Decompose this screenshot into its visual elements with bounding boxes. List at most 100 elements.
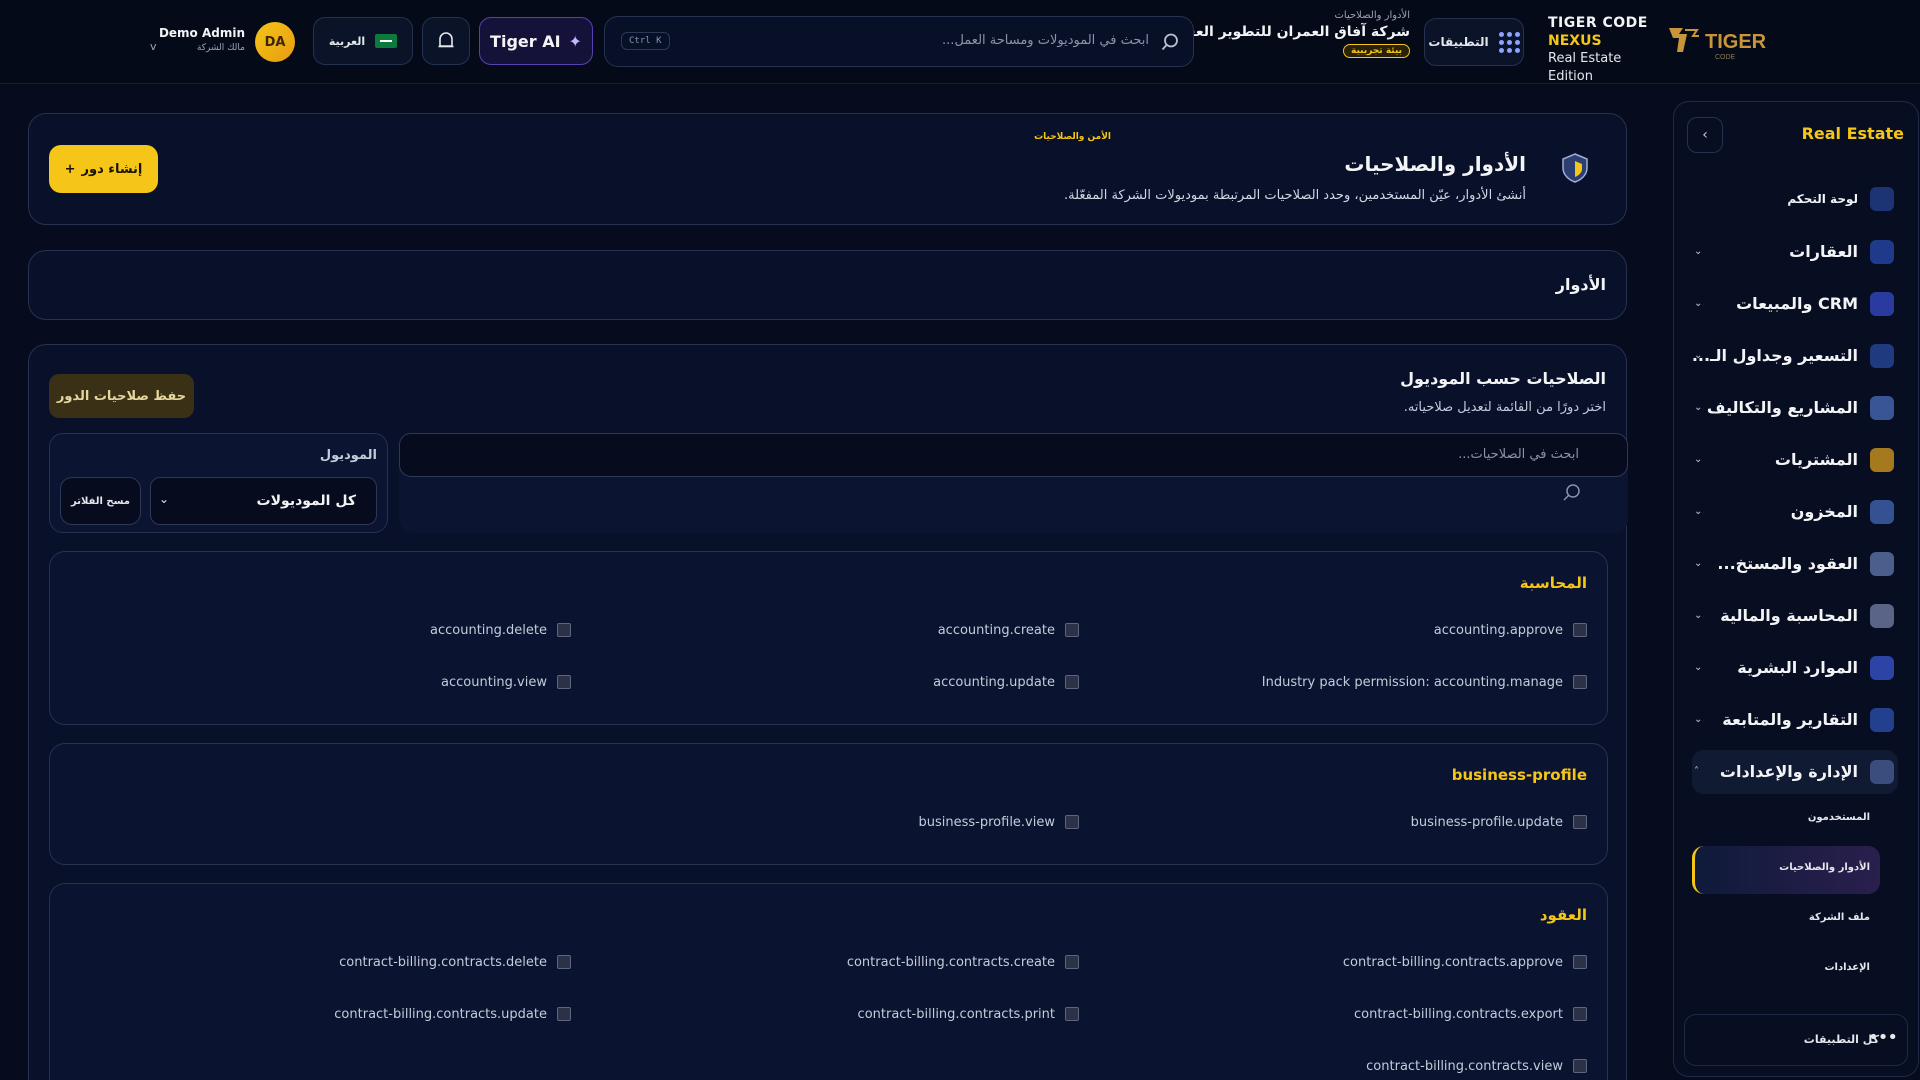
permission-checkbox[interactable]: contract-billing.contracts.create <box>847 952 1079 972</box>
search-shortcut-hint: Ctrl K <box>621 32 670 50</box>
checkbox[interactable] <box>1065 955 1079 969</box>
permission-checkbox[interactable]: contract-billing.contracts.update <box>334 1004 571 1024</box>
permission-checkbox[interactable]: accounting.delete <box>430 620 571 640</box>
sidebar-item-label: العقود والمستخ... <box>1717 554 1858 573</box>
shield-icon <box>1562 153 1588 183</box>
permission-checkbox[interactable]: accounting.approve <box>1434 620 1587 640</box>
permission-search-input[interactable]: ابحث في الصلاحيات... <box>399 433 1628 477</box>
sidebar-subitem-users[interactable]: المستخدمون <box>1692 796 1880 844</box>
module-title: العقود <box>1539 906 1587 924</box>
permission-checkbox[interactable]: business-profile.view <box>919 812 1079 832</box>
cart-icon <box>1870 448 1894 472</box>
permission-label: contract-billing.contracts.export <box>1353 1006 1563 1022</box>
language-switcher[interactable]: العربية <box>313 17 413 65</box>
sidebar-subitem-company-profile[interactable]: ملف الشركة <box>1692 896 1880 944</box>
sidebar-item-reports[interactable]: التقارير والمتابعة ⌄ <box>1692 698 1898 742</box>
avatar[interactable]: DA <box>255 22 295 62</box>
chevron-down-icon[interactable]: v <box>150 40 157 53</box>
chevron-down-icon: ⌄ <box>1694 714 1703 725</box>
filter-panel: ابحث في الصلاحيات... الموديول كل الموديو… <box>49 433 1628 533</box>
checkbox[interactable] <box>1573 623 1587 637</box>
sidebar-item-pricing[interactable]: التسعير وجداول الـ... ⌄ <box>1692 334 1898 378</box>
permission-checkbox[interactable]: Industry pack permission: accounting.man… <box>1262 672 1587 692</box>
sidebar-item-projects[interactable]: المشاريع والتكاليف ⌄ <box>1692 386 1898 430</box>
notifications-button[interactable] <box>422 17 470 65</box>
tiger-ai-button[interactable]: Tiger AI ✦ <box>479 17 593 65</box>
sidebar-item-inventory[interactable]: المخزون ⌄ <box>1692 490 1898 534</box>
chevron-up-icon: ˄ <box>1694 766 1699 777</box>
plus-icon: + <box>64 161 76 177</box>
checkbox[interactable] <box>1065 623 1079 637</box>
global-search-placeholder: ابحث في الموديولات ومساحة العمل... <box>942 33 1149 48</box>
clear-filters-button[interactable]: مسح الفلاتر <box>60 477 141 525</box>
language-label: العربية <box>328 34 366 48</box>
checkbox[interactable] <box>557 955 571 969</box>
checkbox[interactable] <box>1573 1059 1587 1073</box>
tiger-logo-icon: TIGER CODE <box>1669 28 1767 61</box>
permission-checkbox[interactable]: contract-billing.contracts.view <box>1366 1056 1587 1076</box>
dashboard-icon <box>1870 187 1894 211</box>
checkbox[interactable] <box>1573 675 1587 689</box>
create-role-label: إنشاء دور <box>81 161 143 177</box>
sidebar-item-label: المشتريات <box>1774 450 1858 469</box>
apps-label: التطبيقات <box>1428 35 1489 49</box>
permission-checkbox[interactable]: business-profile.update <box>1411 812 1587 832</box>
search-icon <box>1563 484 1580 501</box>
sidebar-item-finance[interactable]: المحاسبة والمالية ⌄ <box>1692 594 1898 638</box>
checkbox[interactable] <box>1573 1007 1587 1021</box>
checkbox[interactable] <box>1065 1007 1079 1021</box>
page-title: الأدوار والصلاحيات <box>1344 152 1526 176</box>
permission-checkbox[interactable]: contract-billing.contracts.delete <box>339 952 571 972</box>
sidebar-collapse-button[interactable]: ‹ <box>1687 117 1723 153</box>
roles-title: الأدوار <box>1555 275 1606 294</box>
sidebar-item-contracts[interactable]: العقود والمستخ... ⌄ <box>1692 542 1898 586</box>
module-select[interactable]: كل الموديولات ⌄ <box>150 477 377 525</box>
sidebar-item-properties[interactable]: العقارات ⌄ <box>1692 230 1898 274</box>
sidebar-item-hr[interactable]: الموارد البشرية ⌄ <box>1692 646 1898 690</box>
checkbox[interactable] <box>1065 815 1079 829</box>
permission-label: contract-billing.contracts.print <box>857 1006 1055 1022</box>
permission-checkbox[interactable]: accounting.create <box>938 620 1079 640</box>
sidebar-item-label: الموارد البشرية <box>1737 658 1858 677</box>
checkbox[interactable] <box>1065 675 1079 689</box>
tiger-ai-label: Tiger AI <box>490 31 561 51</box>
permissions-card: الصلاحيات حسب الموديول اختر دورًا من الق… <box>28 344 1628 1080</box>
save-role-permissions-button[interactable]: حفظ صلاحيات الدور <box>49 374 194 418</box>
module-select-value: كل الموديولات <box>256 493 356 509</box>
sidebar-item-crm[interactable]: CRM والمبيعات ⌄ <box>1692 282 1898 326</box>
permission-label: contract-billing.contracts.update <box>334 1006 547 1022</box>
permission-checkbox[interactable]: accounting.view <box>441 672 571 692</box>
all-apps-button[interactable]: ••• كل التطبيقات <box>1684 1014 1908 1066</box>
global-search-input[interactable]: ابحث في الموديولات ومساحة العمل... Ctrl … <box>604 16 1194 67</box>
apps-button[interactable]: التطبيقات <box>1424 18 1524 66</box>
sidebar-item-dashboard[interactable]: لوحة التحكم <box>1692 177 1898 221</box>
sparkle-icon: ✦ <box>568 31 582 51</box>
sidebar-item-administration[interactable]: الإدارة والإعدادات ˄ <box>1692 750 1898 794</box>
sidebar-item-label: لوحة التحكم <box>1787 192 1858 206</box>
checkbox[interactable] <box>1573 955 1587 969</box>
chevron-down-icon: ⌄ <box>1694 350 1703 361</box>
checkbox[interactable] <box>557 623 571 637</box>
checkbox[interactable] <box>557 675 571 689</box>
sidebar-item-purchasing[interactable]: المشتريات ⌄ <box>1692 438 1898 482</box>
sidebar-subitem-label: المستخدمون <box>1807 812 1870 823</box>
module-filter-label: الموديول <box>319 448 377 463</box>
permission-label: Industry pack permission: accounting.man… <box>1261 674 1563 690</box>
contracts-icon <box>1870 552 1894 576</box>
sidebar-item-label: التسعير وجداول الـ... <box>1691 346 1858 365</box>
page-description: أنشئ الأدوار، عيّن المستخدمين، وحدد الصل… <box>1063 188 1526 203</box>
checkbox[interactable] <box>557 1007 571 1021</box>
pricing-icon <box>1870 344 1894 368</box>
create-role-button[interactable]: إنشاء دور + <box>49 145 158 193</box>
permission-checkbox[interactable]: contract-billing.contracts.approve <box>1343 952 1587 972</box>
permissions-subtitle: اختر دورًا من القائمة لتعديل صلاحياته. <box>1403 400 1606 415</box>
sidebar-subitem-roles[interactable]: الأدوار والصلاحيات <box>1692 846 1880 894</box>
sidebar-subitem-settings[interactable]: الإعدادات <box>1692 946 1880 994</box>
checkbox[interactable] <box>1573 815 1587 829</box>
sidebar-item-label: المحاسبة والمالية <box>1720 606 1858 625</box>
permission-checkbox[interactable]: contract-billing.contracts.print <box>858 1004 1079 1024</box>
chevron-down-icon: ⌄ <box>1694 454 1703 465</box>
permission-checkbox[interactable]: contract-billing.contracts.export <box>1354 1004 1587 1024</box>
sidebar-subitem-label: ملف الشركة <box>1808 912 1870 923</box>
permission-checkbox[interactable]: accounting.update <box>933 672 1079 692</box>
